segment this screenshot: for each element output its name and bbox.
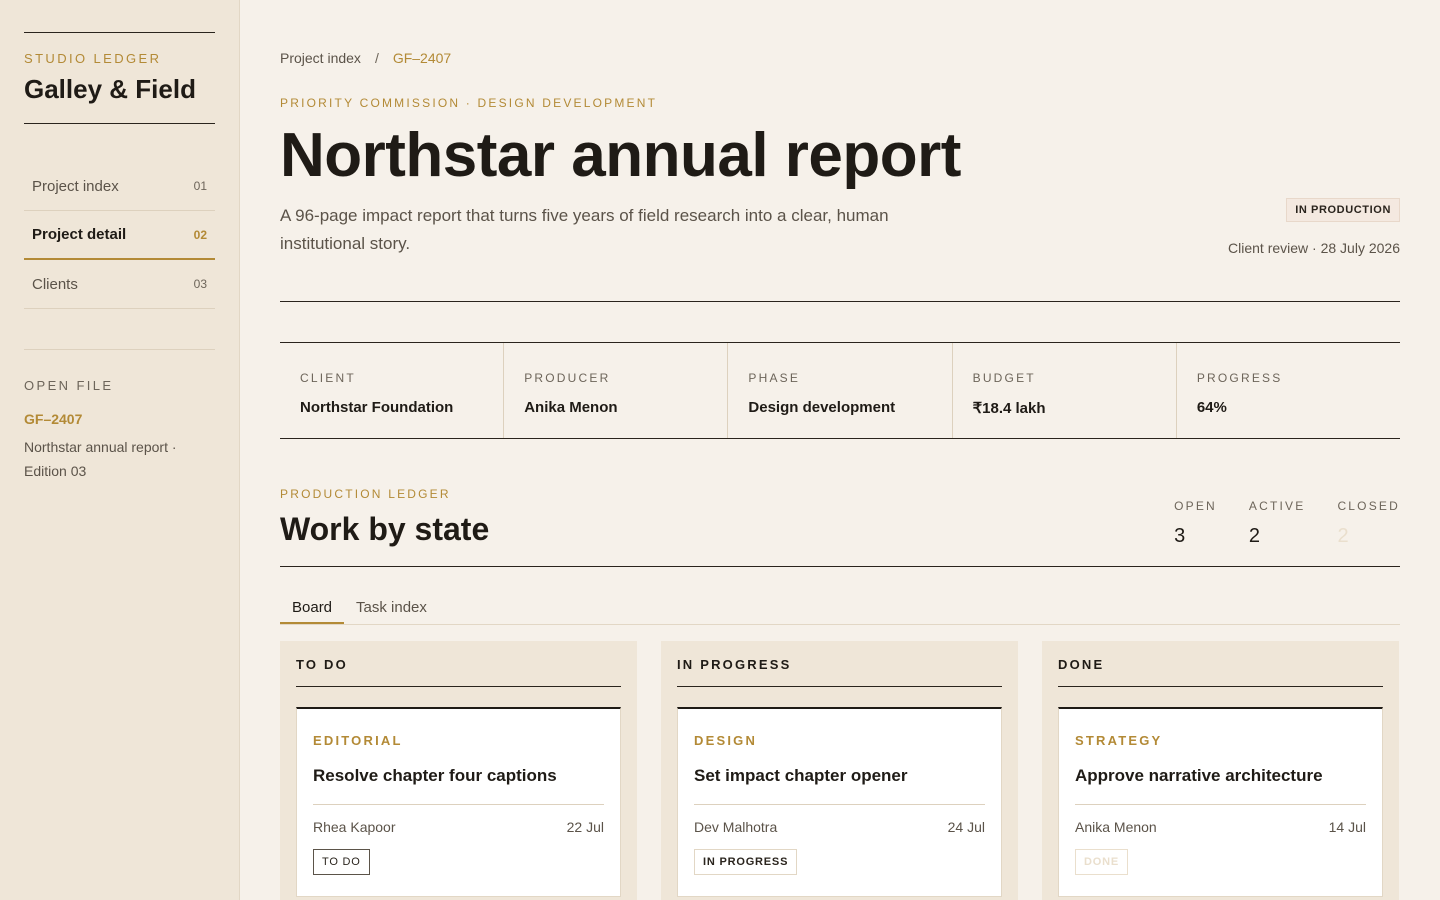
sidebar: STUDIO LEDGER Galley & Field Project ind… bbox=[0, 0, 240, 900]
card-assignee: Rhea Kapoor bbox=[313, 819, 396, 835]
card-status-badge: TO DO bbox=[313, 849, 370, 875]
count-label: CLOSED bbox=[1337, 499, 1400, 513]
fact-label: PRODUCER bbox=[524, 371, 611, 385]
sidebar-item-label: Project detail bbox=[32, 226, 127, 243]
state-counts: OPEN 3 ACTIVE 2 CLOSED 2 bbox=[1174, 499, 1400, 548]
fact-value: Northstar Foundation bbox=[300, 399, 454, 416]
column-to-do: TO DO EDITORIAL Resolve chapter four cap… bbox=[280, 641, 637, 900]
card-assignee: Anika Menon bbox=[1075, 819, 1157, 835]
open-file-id[interactable]: GF–2407 bbox=[24, 411, 215, 427]
page-kicker: PRIORITY COMMISSION · DESIGN DEVELOPMENT bbox=[280, 96, 658, 110]
count-closed: CLOSED 2 bbox=[1337, 499, 1400, 548]
card-date: 14 Jul bbox=[1328, 819, 1366, 835]
card-status-badge: DONE bbox=[1075, 849, 1128, 875]
sidebar-item-label: Project index bbox=[32, 177, 119, 195]
fact-phase: PHASE Design development bbox=[728, 343, 953, 438]
sidebar-item-number: 02 bbox=[193, 227, 207, 242]
tab-task-index[interactable]: Task index bbox=[344, 589, 439, 624]
card-meta: Anika Menon 14 Jul bbox=[1075, 804, 1366, 835]
card-meta: Dev Malhotra 24 Jul bbox=[694, 804, 985, 835]
card-meta: Rhea Kapoor 22 Jul bbox=[313, 804, 604, 835]
fact-label: PROGRESS bbox=[1196, 371, 1283, 385]
brand-kicker: STUDIO LEDGER bbox=[24, 51, 162, 66]
column-in-progress: IN PROGRESS DESIGN Set impact chapter op… bbox=[661, 641, 1018, 900]
brand-name[interactable]: Galley & Field bbox=[24, 74, 215, 105]
card-assignee: Dev Malhotra bbox=[694, 819, 778, 835]
card-title: Set impact chapter opener bbox=[694, 766, 908, 785]
breadcrumb: Project index / GF–2407 bbox=[280, 50, 1400, 66]
sidebar-item-project-detail[interactable]: Project detail 02 bbox=[24, 211, 215, 260]
count-value: 2 bbox=[1248, 525, 1261, 547]
open-file-panel: OPEN FILE GF–2407 Northstar annual repor… bbox=[24, 349, 215, 483]
card-category: DESIGN bbox=[694, 733, 758, 748]
kanban-board: TO DO EDITORIAL Resolve chapter four cap… bbox=[280, 641, 1400, 900]
card-title: Approve narrative architecture bbox=[1075, 766, 1323, 785]
column-title: TO DO bbox=[296, 657, 621, 687]
fact-progress: PROGRESS 64% bbox=[1177, 343, 1400, 438]
main-content: Project index / GF–2407 PRIORITY COMMISS… bbox=[280, 0, 1400, 900]
task-card[interactable]: EDITORIAL Resolve chapter four captions … bbox=[296, 707, 621, 897]
tab-board[interactable]: Board bbox=[280, 589, 345, 624]
count-label: ACTIVE bbox=[1248, 499, 1306, 513]
status-badge: IN PRODUCTION bbox=[1286, 198, 1400, 222]
breadcrumb-separator: / bbox=[374, 50, 379, 66]
fact-value: ₹18.4 lakh bbox=[972, 400, 1046, 417]
breadcrumb-current: GF–2407 bbox=[392, 50, 452, 66]
open-file-description: Northstar annual report · Edition 03 bbox=[24, 439, 177, 479]
fact-value: Design development bbox=[748, 399, 896, 416]
fact-value: 64% bbox=[1196, 399, 1227, 416]
sidebar-item-label: Clients bbox=[32, 275, 78, 293]
fact-value: Anika Menon bbox=[524, 399, 618, 416]
card-category: EDITORIAL bbox=[313, 733, 403, 748]
fact-label: CLIENT bbox=[300, 371, 356, 385]
ledger-header: PRODUCTION LEDGER Work by state OPEN 3 A… bbox=[280, 487, 1400, 567]
column-title: IN PROGRESS bbox=[677, 657, 1002, 687]
sidebar-item-project-index[interactable]: Project index 01 bbox=[24, 162, 215, 211]
project-intro: A 96-page impact report that turns five … bbox=[280, 206, 889, 253]
card-title: Resolve chapter four captions bbox=[313, 766, 557, 785]
count-label: OPEN bbox=[1174, 499, 1217, 513]
count-open: OPEN 3 bbox=[1174, 499, 1217, 548]
task-card[interactable]: DESIGN Set impact chapter opener Dev Mal… bbox=[677, 707, 1002, 897]
card-category: STRATEGY bbox=[1075, 733, 1163, 748]
project-facts: CLIENT Northstar Foundation PRODUCER Ani… bbox=[280, 342, 1400, 439]
count-active: ACTIVE 2 bbox=[1249, 499, 1306, 548]
card-date: 24 Jul bbox=[947, 819, 985, 835]
fact-producer: PRODUCER Anika Menon bbox=[504, 343, 729, 438]
count-value: 3 bbox=[1174, 525, 1186, 547]
count-value: 2 bbox=[1337, 525, 1349, 547]
client-review-date: Client review · 28 July 2026 bbox=[1228, 240, 1400, 256]
sidebar-item-clients[interactable]: Clients 03 bbox=[24, 260, 215, 309]
breadcrumb-parent-link[interactable]: Project index bbox=[280, 50, 361, 66]
card-status-badge: IN PROGRESS bbox=[694, 849, 798, 875]
fact-label: BUDGET bbox=[972, 371, 1036, 385]
column-title: DONE bbox=[1058, 657, 1383, 687]
view-tabs: Board Task index bbox=[280, 589, 1400, 625]
task-card[interactable]: STRATEGY Approve narrative architecture … bbox=[1058, 707, 1383, 897]
page-title: Northstar annual report bbox=[280, 121, 961, 190]
sidebar-item-number: 01 bbox=[193, 179, 207, 193]
column-done: DONE STRATEGY Approve narrative architec… bbox=[1042, 641, 1399, 900]
intro-row: A 96-page impact report that turns five … bbox=[280, 190, 1400, 302]
fact-label: PHASE bbox=[748, 371, 801, 385]
fact-budget: BUDGET ₹18.4 lakh bbox=[953, 343, 1177, 438]
fact-client: CLIENT Northstar Foundation bbox=[280, 343, 505, 438]
open-file-kicker: OPEN FILE bbox=[24, 378, 114, 393]
sidebar-item-number: 03 bbox=[193, 277, 207, 291]
card-date: 22 Jul bbox=[566, 819, 604, 835]
sidebar-nav: Project index 01 Project detail 02 Clien… bbox=[24, 162, 215, 309]
brand-block: STUDIO LEDGER Galley & Field bbox=[24, 32, 215, 124]
